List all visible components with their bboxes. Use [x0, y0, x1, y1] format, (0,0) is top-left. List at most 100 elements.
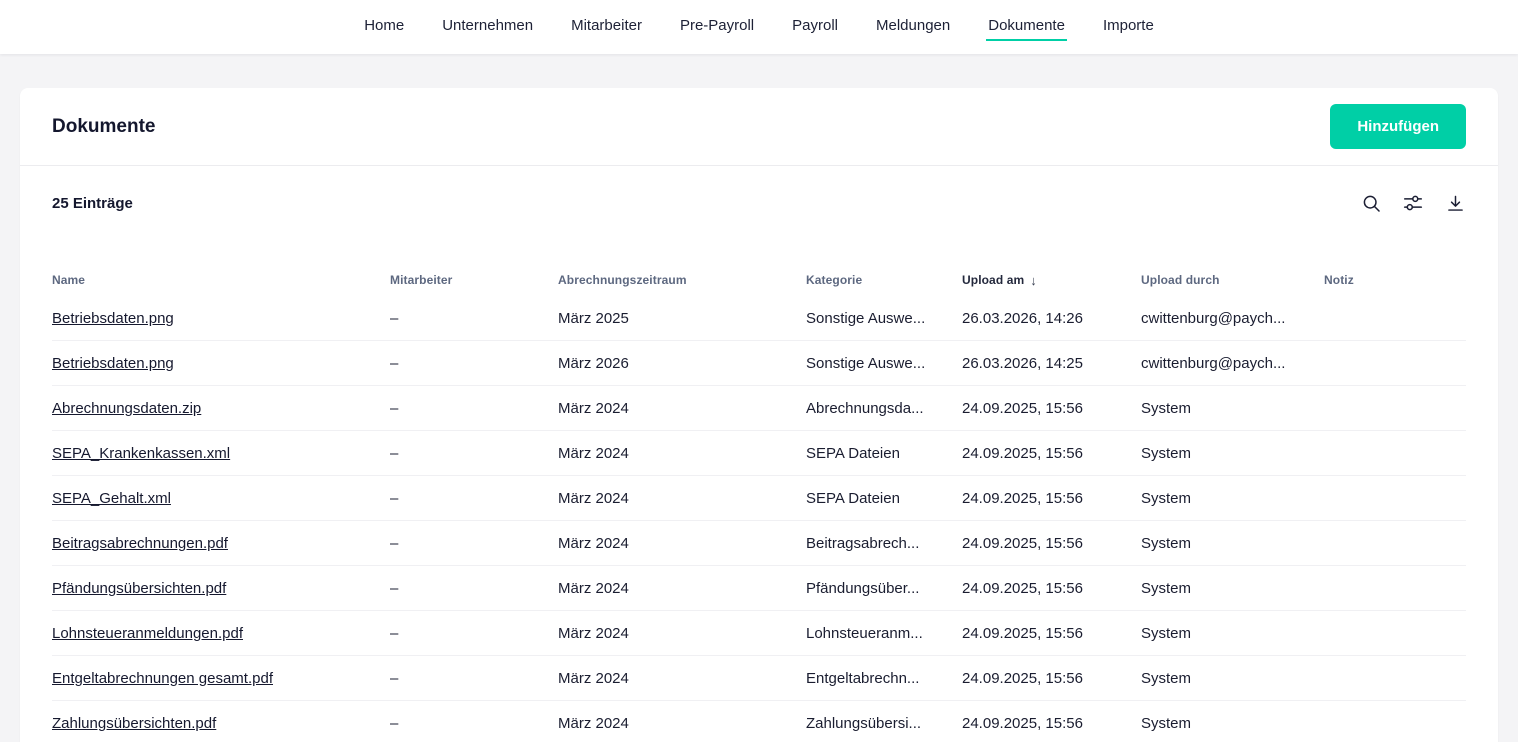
- cell-upload-durch: System: [1141, 625, 1324, 642]
- table-row: Lohnsteueranmeldungen.pdf –März 2024Lohns…: [52, 611, 1466, 656]
- cell-name: Lohnsteueranmeldungen.pdf: [52, 625, 390, 642]
- column-header-abrechnungszeitraum[interactable]: Abrechnungszeitraum: [558, 273, 806, 287]
- cell-zeitraum: März 2024: [558, 715, 806, 732]
- cell-name: Entgeltabrechnungen gesamt.pdf: [52, 670, 390, 687]
- document-link[interactable]: Beitragsabrechnungen.pdf: [52, 535, 228, 552]
- nav-item-meldungen[interactable]: Meldungen: [874, 13, 952, 41]
- cell-mitarbeiter: –: [390, 535, 558, 552]
- cell-upload-am: 24.09.2025, 15:56: [962, 535, 1141, 552]
- document-link[interactable]: Entgeltabrechnungen gesamt.pdf: [52, 670, 273, 687]
- cell-name: SEPA_Krankenkassen.xml: [52, 445, 390, 462]
- cell-upload-am: 24.09.2025, 15:56: [962, 625, 1141, 642]
- cell-zeitraum: März 2026: [558, 355, 806, 372]
- cell-kategorie: SEPA Dateien: [806, 490, 962, 507]
- column-header-label: Abrechnungszeitraum: [558, 273, 687, 287]
- cell-upload-durch: System: [1141, 400, 1324, 417]
- filter-icon[interactable]: [1402, 192, 1424, 214]
- document-link[interactable]: Abrechnungsdaten.zip: [52, 400, 201, 417]
- cell-mitarbeiter: –: [390, 310, 558, 327]
- search-icon[interactable]: [1360, 192, 1382, 214]
- entries-count: 25 Einträge: [52, 195, 133, 212]
- cell-kategorie: Abrechnungsda...: [806, 400, 962, 417]
- column-header-label: Upload am: [962, 273, 1024, 287]
- cell-kategorie: Zahlungsübersi...: [806, 715, 962, 732]
- cell-upload-am: 24.09.2025, 15:56: [962, 715, 1141, 732]
- cell-mitarbeiter: –: [390, 355, 558, 372]
- cell-name: Abrechnungsdaten.zip: [52, 400, 390, 417]
- cell-mitarbeiter: –: [390, 490, 558, 507]
- documents-table: Name Mitarbeiter Abrechnungszeitraum Katego…: [20, 264, 1498, 742]
- cell-zeitraum: März 2024: [558, 670, 806, 687]
- table-toolbar: 25 Einträge: [20, 166, 1498, 214]
- nav-item-unternehmen[interactable]: Unternehmen: [440, 13, 535, 41]
- documents-card: Dokumente Hinzufügen 25 Einträge: [20, 88, 1498, 742]
- column-header-upload-am[interactable]: Upload am ↓: [962, 273, 1141, 288]
- cell-upload-durch: cwittenburg@paych...: [1141, 355, 1324, 372]
- document-link[interactable]: SEPA_Gehalt.xml: [52, 490, 171, 507]
- table-row: Abrechnungsdaten.zip –März 2024Abrechnung…: [52, 386, 1466, 431]
- cell-upload-am: 24.09.2025, 15:56: [962, 580, 1141, 597]
- cell-mitarbeiter: –: [390, 670, 558, 687]
- cell-upload-durch: cwittenburg@paych...: [1141, 310, 1324, 327]
- cell-zeitraum: März 2024: [558, 400, 806, 417]
- cell-name: Beitragsabrechnungen.pdf: [52, 535, 390, 552]
- table-row: Betriebsdaten.png–März 2026Sonstige Ausw…: [52, 341, 1466, 386]
- cell-name: Betriebsdaten.png: [52, 310, 390, 327]
- cell-upload-durch: System: [1141, 580, 1324, 597]
- table-body: Betriebsdaten.png–März 2025Sonstige Ausw…: [52, 296, 1466, 742]
- add-document-button[interactable]: Hinzufügen: [1330, 104, 1466, 149]
- cell-kategorie: Sonstige Auswe...: [806, 310, 962, 327]
- cell-zeitraum: März 2024: [558, 535, 806, 552]
- document-link[interactable]: Pfändungsübersichten.pdf: [52, 580, 226, 597]
- table-header-row: Name Mitarbeiter Abrechnungszeitraum Katego…: [52, 264, 1466, 296]
- cell-name: Pfändungsübersichten.pdf: [52, 580, 390, 597]
- cell-kategorie: Entgeltabrechn...: [806, 670, 962, 687]
- cell-upload-am: 24.09.2025, 15:56: [962, 400, 1141, 417]
- column-header-label: Name: [52, 273, 85, 287]
- cell-upload-am: 24.09.2025, 15:56: [962, 670, 1141, 687]
- document-link[interactable]: Zahlungsübersichten.pdf: [52, 715, 216, 732]
- sort-arrow-down-icon: ↓: [1030, 273, 1037, 288]
- document-link[interactable]: Lohnsteueranmeldungen.pdf: [52, 625, 243, 642]
- cell-mitarbeiter: –: [390, 715, 558, 732]
- column-header-mitarbeiter[interactable]: Mitarbeiter: [390, 273, 558, 287]
- download-icon[interactable]: [1444, 192, 1466, 214]
- cell-zeitraum: März 2025: [558, 310, 806, 327]
- nav-item-home[interactable]: Home: [362, 13, 406, 41]
- document-link[interactable]: Betriebsdaten.png: [52, 310, 174, 327]
- cell-kategorie: Beitragsabrech...: [806, 535, 962, 552]
- page-title: Dokumente: [52, 116, 155, 138]
- table-row: Pfändungsübersichten.pdf–März 2024Pfändu…: [52, 566, 1466, 611]
- column-header-notiz[interactable]: Notiz: [1324, 273, 1466, 287]
- column-header-label: Notiz: [1324, 273, 1354, 287]
- nav-item-payroll[interactable]: Payroll: [790, 13, 840, 41]
- cell-mitarbeiter: –: [390, 625, 558, 642]
- column-header-name[interactable]: Name: [52, 273, 390, 287]
- cell-zeitraum: März 2024: [558, 490, 806, 507]
- column-header-kategorie[interactable]: Kategorie: [806, 273, 962, 287]
- cell-mitarbeiter: –: [390, 445, 558, 462]
- cell-upload-durch: System: [1141, 535, 1324, 552]
- cell-zeitraum: März 2024: [558, 580, 806, 597]
- cell-mitarbeiter: –: [390, 580, 558, 597]
- column-header-upload-durch[interactable]: Upload durch: [1141, 273, 1324, 287]
- toolbar-icons: [1360, 192, 1466, 214]
- cell-upload-durch: System: [1141, 445, 1324, 462]
- nav-item-mitarbeiter[interactable]: Mitarbeiter: [569, 13, 644, 41]
- cell-upload-am: 26.03.2026, 14:25: [962, 355, 1141, 372]
- cell-name: Zahlungsübersichten.pdf: [52, 715, 390, 732]
- column-header-label: Mitarbeiter: [390, 273, 452, 287]
- table-row: Betriebsdaten.png –März 2025Sonstige Ausw…: [52, 296, 1466, 341]
- cell-upload-durch: System: [1141, 670, 1324, 687]
- document-link[interactable]: SEPA_Krankenkassen.xml: [52, 445, 230, 462]
- nav-item-dokumente[interactable]: Dokumente: [986, 13, 1067, 41]
- cell-kategorie: Lohnsteueranm...: [806, 625, 962, 642]
- nav-item-importe[interactable]: Importe: [1101, 13, 1156, 41]
- nav-item-pre-payroll[interactable]: Pre-Payroll: [678, 13, 756, 41]
- document-link[interactable]: Betriebsdaten.png: [52, 355, 174, 372]
- cell-mitarbeiter: –: [390, 400, 558, 417]
- column-header-label: Upload durch: [1141, 273, 1220, 287]
- cell-zeitraum: März 2024: [558, 445, 806, 462]
- cell-zeitraum: März 2024: [558, 625, 806, 642]
- cell-upload-am: 24.09.2025, 15:56: [962, 445, 1141, 462]
